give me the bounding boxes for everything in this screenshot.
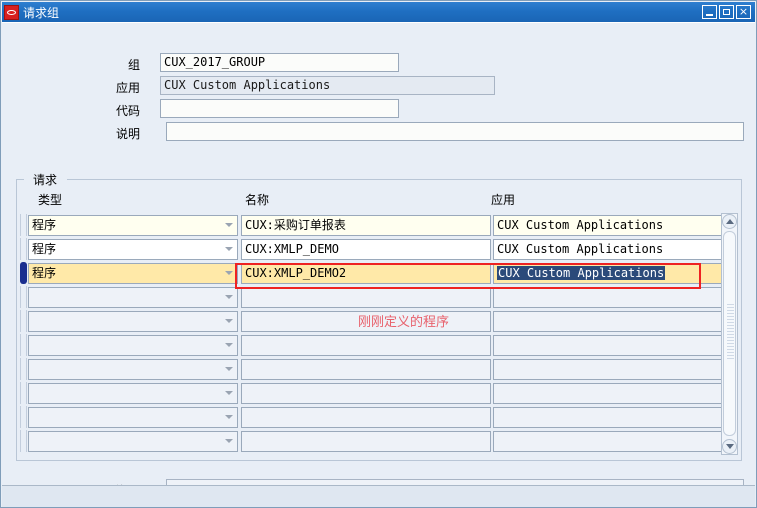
table-row[interactable] [20, 405, 738, 429]
minimize-button[interactable] [702, 5, 717, 19]
chevron-down-icon[interactable] [225, 318, 233, 323]
application-label: 应用 [115, 81, 140, 95]
table-row[interactable] [20, 357, 738, 381]
record-indicator[interactable] [20, 382, 27, 404]
table-row[interactable]: 程序 CUX:XMLP_DEMO2 CUX Custom Applications [20, 261, 738, 285]
maximize-button[interactable] [719, 5, 734, 19]
record-indicator[interactable] [20, 358, 27, 380]
cell-application[interactable]: CUX Custom Applications [493, 262, 725, 284]
cell-name[interactable] [241, 286, 491, 308]
scroll-up-arrow-icon[interactable] [722, 214, 737, 229]
record-indicator[interactable] [20, 310, 27, 332]
cell-name[interactable] [241, 406, 491, 428]
description-input[interactable] [166, 122, 744, 141]
chevron-down-icon[interactable] [225, 342, 233, 347]
table-scrollbar[interactable] [721, 213, 738, 455]
annotation-label: 刚刚定义的程序 [358, 315, 450, 330]
oracle-logo-icon [4, 4, 19, 20]
chevron-down-icon[interactable] [225, 366, 233, 371]
cell-application[interactable] [493, 358, 725, 380]
title-bar: 请求组 × [2, 2, 755, 22]
close-button[interactable]: × [736, 5, 751, 19]
cell-type[interactable]: 程序 [28, 214, 238, 236]
description-label: 说明 [115, 127, 140, 141]
record-indicator[interactable] [20, 238, 27, 260]
window-controls: × [702, 5, 751, 19]
cell-name[interactable]: CUX:XMLP_DEMO2 [241, 262, 491, 284]
form-canvas: 组 CUX_2017_GROUP 应用 CUX Custom Applicati… [2, 22, 755, 498]
cell-application[interactable]: CUX Custom Applications [493, 238, 725, 260]
cell-type[interactable] [28, 310, 238, 332]
chevron-down-icon[interactable] [225, 390, 233, 395]
group-label: 组 [127, 58, 140, 72]
cell-application[interactable] [493, 406, 725, 428]
code-input[interactable] [160, 99, 399, 118]
scrollbar-thumb[interactable] [723, 231, 736, 436]
table-row[interactable]: 程序 CUX:XMLP_DEMO CUX Custom Applications [20, 237, 738, 261]
request-groupbox-legend: 请求 [29, 171, 62, 188]
chevron-down-icon[interactable] [225, 438, 233, 443]
group-input[interactable]: CUX_2017_GROUP [160, 53, 399, 72]
cell-application[interactable] [493, 286, 725, 308]
chevron-down-icon[interactable] [225, 246, 233, 251]
cell-type[interactable] [28, 382, 238, 404]
record-indicator[interactable] [20, 262, 27, 284]
cell-type[interactable]: 程序 [28, 262, 238, 284]
cell-application[interactable]: CUX Custom Applications [493, 214, 725, 236]
column-header-type: 类型 [38, 193, 63, 207]
scroll-down-arrow-icon[interactable] [722, 439, 737, 454]
cell-type[interactable]: 程序 [28, 238, 238, 260]
record-indicator[interactable] [20, 334, 27, 356]
cell-application[interactable] [493, 430, 725, 452]
table-row[interactable] [20, 381, 738, 405]
cell-name[interactable] [241, 358, 491, 380]
cell-application[interactable] [493, 334, 725, 356]
cell-name[interactable] [241, 334, 491, 356]
column-header-name: 名称 [245, 193, 270, 207]
cell-name[interactable]: CUX:XMLP_DEMO [241, 238, 491, 260]
chevron-down-icon[interactable] [225, 222, 233, 227]
cell-name[interactable] [241, 430, 491, 452]
record-indicator[interactable] [20, 286, 27, 308]
window-title: 请求组 [23, 5, 60, 20]
selected-text: CUX Custom Applications [497, 265, 666, 280]
application-input[interactable]: CUX Custom Applications [160, 76, 495, 95]
chevron-down-icon[interactable] [225, 270, 233, 275]
request-group-window: 请求组 × 组 CUX_2017_GROUP 应用 CUX Custom App… [0, 0, 757, 508]
status-bar [2, 485, 755, 507]
cell-type[interactable] [28, 334, 238, 356]
record-indicator[interactable] [20, 214, 27, 236]
requests-table: 程序 CUX:采购订单报表 CUX Custom Applications 程序 CUX… [20, 213, 738, 455]
chevron-down-icon[interactable] [225, 414, 233, 419]
chevron-down-icon[interactable] [225, 294, 233, 299]
record-indicator[interactable] [20, 430, 27, 452]
table-row[interactable]: 程序 CUX:采购订单报表 CUX Custom Applications [20, 213, 738, 237]
cell-application[interactable] [493, 382, 725, 404]
record-indicator[interactable] [20, 406, 27, 428]
cell-application[interactable] [493, 310, 725, 332]
cell-type[interactable] [28, 358, 238, 380]
code-label: 代码 [115, 104, 140, 118]
cell-type[interactable] [28, 406, 238, 428]
cell-name[interactable] [241, 382, 491, 404]
table-row[interactable] [20, 333, 738, 357]
cell-name[interactable]: CUX:采购订单报表 [241, 214, 491, 236]
column-header-app: 应用 [491, 193, 516, 207]
table-row[interactable] [20, 429, 738, 453]
table-row[interactable] [20, 285, 738, 309]
scrollbar-grip-icon [727, 304, 734, 360]
cell-type[interactable] [28, 430, 238, 452]
cell-type[interactable] [28, 286, 238, 308]
